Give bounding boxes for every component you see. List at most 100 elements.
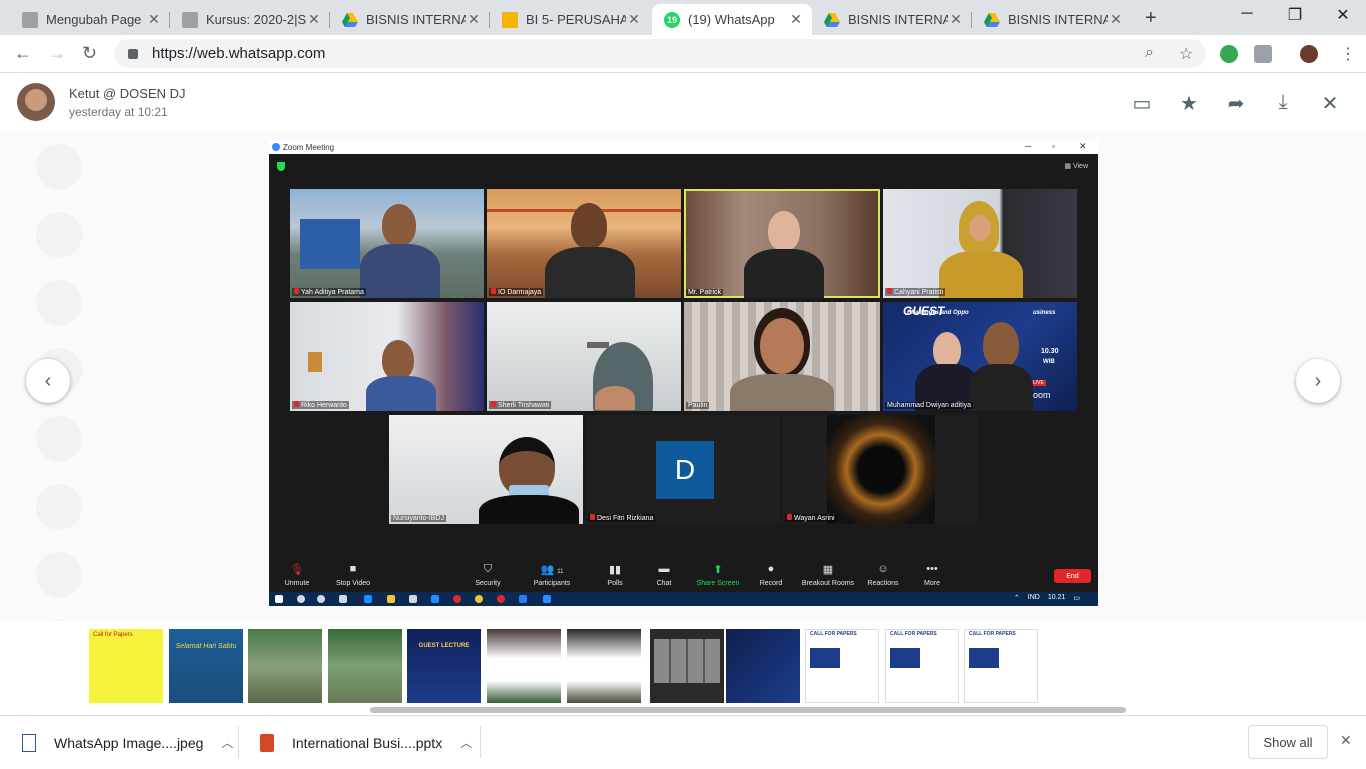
close-icon[interactable]: ✕	[466, 11, 482, 28]
participant-name: Sherli Trishawati	[489, 401, 552, 409]
page-icon	[182, 11, 198, 28]
download-item[interactable]: WhatsApp Image....jpeg ︿	[22, 716, 233, 769]
forward-icon[interactable]: ➦	[1224, 91, 1248, 116]
zoom-control-bar: 🎙 Unmute ■ Stop Video ⛉ Security 👥 11 Partic…	[269, 559, 1098, 592]
participant-tile: IO Darmajaya	[487, 189, 681, 298]
sender-name: Ketut @ DOSEN DJ	[69, 85, 186, 101]
thumbnail[interactable]	[487, 629, 561, 703]
chevron-up-icon[interactable]: ︿	[460, 734, 472, 751]
zoom-meeting-screenshot[interactable]: Zoom Meeting ─ ▫ ✕ ▦ View Yah Aditiya Pr…	[269, 140, 1098, 606]
menu-dots-icon[interactable]: ⋮	[1340, 44, 1356, 64]
drive-icon	[984, 12, 1000, 28]
address-bar[interactable]: https://web.whatsapp.com	[114, 39, 1206, 68]
close-icon[interactable]: ✕	[306, 11, 322, 28]
close-icon[interactable]: ✕	[948, 11, 964, 28]
tab-bisnis-internasional-2[interactable]: BISNIS INTERNA ✕	[812, 4, 972, 35]
chevron-right-icon: ›	[1314, 369, 1322, 392]
participant-name: Yah Aditiya Pratama	[292, 288, 366, 296]
close-download-shelf-icon[interactable]: ✕	[1340, 732, 1352, 749]
unmute-button: 🎙 Unmute	[267, 563, 327, 587]
previous-media-button[interactable]: ‹	[26, 359, 70, 403]
extension-pdf-icon[interactable]	[1254, 45, 1272, 63]
zoom-minimize-icon: ─	[1025, 141, 1032, 151]
extension-globe-icon[interactable]	[1220, 45, 1238, 63]
thumbnail[interactable]: GUEST LECTURE	[407, 629, 481, 703]
forward-icon[interactable]: →	[48, 43, 66, 64]
tab-bi5-perusahaan[interactable]: BI 5- PERUSAHA ✕	[490, 4, 650, 35]
tab-bisnis-internasional-3[interactable]: BISNIS INTERNA ✕	[972, 4, 1132, 35]
sender-avatar[interactable]	[17, 83, 55, 121]
chat-button: ▬ Chat	[634, 563, 694, 587]
chevron-up-icon[interactable]: ︿	[221, 734, 233, 751]
url-text: https://web.whatsapp.com	[152, 45, 326, 62]
next-media-button[interactable]: ›	[1296, 359, 1340, 403]
download-item[interactable]: International Busi....pptx ︿	[260, 716, 472, 769]
video-icon: ■	[349, 563, 357, 575]
zoom-taskbar-icon	[543, 595, 551, 603]
tab-title: BISNIS INTERNA	[848, 12, 948, 27]
app-icon	[519, 595, 527, 603]
go-to-message-icon[interactable]: ▭	[1130, 91, 1154, 116]
thumbnail[interactable]: CALL FOR PAPERS	[964, 629, 1038, 703]
muted-mic-icon	[787, 514, 792, 520]
zoom-search-icon[interactable]: ⌕	[1145, 44, 1154, 62]
participants-icon: 👥 11	[540, 564, 564, 576]
participant-tile: Cahyani Pratisti	[883, 189, 1077, 298]
page-icon	[22, 11, 38, 28]
close-icon[interactable]: ✕	[788, 11, 804, 28]
zoom-gallery: ▦ View Yah Aditiya Pratama IO Darmajaya …	[269, 154, 1098, 559]
thumbnail[interactable]	[328, 629, 402, 703]
thumbnail-scrollbar[interactable]	[370, 707, 1126, 713]
new-tab-button[interactable]: +	[1145, 7, 1157, 30]
windows-start-icon	[275, 595, 283, 603]
thumbnail[interactable]	[726, 629, 800, 703]
profile-avatar[interactable]	[1300, 45, 1318, 63]
participant-avatar-initial: D	[656, 441, 714, 499]
show-all-downloads-button[interactable]: Show all	[1248, 725, 1328, 759]
thumbnail[interactable]: Selamat Hari Sabtu	[169, 629, 243, 703]
folder-icon	[387, 595, 395, 603]
tab-title: (19) WhatsApp	[688, 12, 775, 27]
participant-name: Wayan Asrini	[785, 514, 837, 522]
close-viewer-icon[interactable]: ✕	[1318, 91, 1342, 116]
participant-name: Nursiyanto-IBDJ	[391, 515, 446, 522]
participant-name: Mr. Patrick	[686, 289, 724, 296]
language-indicator: IND	[1027, 594, 1040, 601]
restore-icon[interactable]: ❐	[1272, 5, 1318, 25]
close-icon[interactable]: ✕	[626, 11, 642, 28]
participant-name: IO Darmajaya	[489, 288, 544, 296]
window-close-icon[interactable]: ✕	[1320, 5, 1366, 25]
close-icon[interactable]: ✕	[146, 11, 162, 28]
download-filename: International Busi....pptx	[292, 734, 443, 751]
participant-tile: GUEST Challenges and Oppo usiness 10.30 …	[883, 302, 1077, 411]
thumbnail-selected[interactable]	[647, 626, 727, 706]
chrome-icon	[475, 595, 483, 603]
thumbnail[interactable]: Call for Papers	[89, 629, 163, 703]
star-icon[interactable]: ★	[1177, 91, 1201, 116]
tab-bisnis-internasional-1[interactable]: BISNIS INTERNA ✕	[330, 4, 490, 35]
more-icon: •••	[926, 563, 938, 575]
participants-button: 👥 11 Participants	[522, 563, 582, 587]
reload-icon[interactable]: ↻	[82, 43, 97, 64]
viewer-header: Ketut @ DOSEN DJ yesterday at 10:21 ▭ ★ …	[0, 73, 1366, 131]
download-icon[interactable]: ⤓	[1271, 91, 1295, 114]
zoom-close-icon: ✕	[1079, 141, 1087, 151]
close-icon[interactable]: ✕	[1108, 11, 1124, 28]
tab-whatsapp[interactable]: 19 (19) WhatsApp ✕	[652, 4, 812, 35]
thumbnail[interactable]	[248, 629, 322, 703]
lock-icon	[128, 48, 138, 59]
thumbnail[interactable]: CALL FOR PAPERS	[805, 629, 879, 703]
mail-icon	[431, 595, 439, 603]
security-button: ⛉ Security	[458, 563, 518, 587]
search-icon	[297, 595, 305, 603]
windows-taskbar: ⌃ IND 10.21 ▭	[269, 592, 1098, 606]
tab-kursus[interactable]: Kursus: 2020-2|S ✕	[170, 4, 330, 35]
muted-mic-icon	[887, 288, 892, 294]
thumbnail[interactable]: CALL FOR PAPERS	[885, 629, 959, 703]
minimize-icon[interactable]: ─	[1224, 5, 1270, 23]
tab-mengubah-page[interactable]: Mengubah Page ✕	[10, 4, 170, 35]
bookmark-star-icon[interactable]: ☆	[1179, 44, 1193, 64]
participant-tile-active-speaker: Mr. Patrick	[684, 189, 880, 298]
thumbnail[interactable]	[567, 629, 641, 703]
back-icon[interactable]: ←	[14, 43, 32, 64]
